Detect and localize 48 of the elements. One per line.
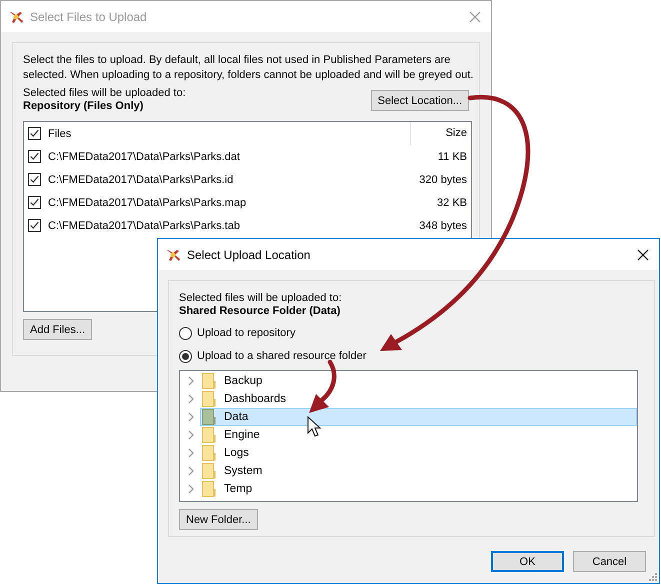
window-title: Select Files to Upload [30,10,148,24]
new-folder-button[interactable]: New Folder... [179,509,258,530]
radio-label[interactable]: Upload to a shared resource folder [197,350,366,362]
checkbox[interactable] [28,150,41,163]
radio-button[interactable] [179,350,192,362]
radio-label[interactable]: Upload to repository [197,327,296,339]
folder-icon [202,427,216,443]
resize-grip-icon[interactable] [649,573,657,581]
column-header[interactable]: Files [48,128,72,140]
instructions-text: Select the files to upload. By default, all local files not used in Published Parameters are selected. When uploading to a repository, folders cannot be uploaded and will be greyed out. [23,53,474,83]
select-location-button[interactable]: Select Location... [370,90,469,111]
dialog-button[interactable]: Cancel [573,551,646,572]
window-title: Select Upload Location [187,248,312,262]
tree-item[interactable]: System [180,462,637,480]
tree-item[interactable]: Engine [180,426,637,444]
radio-button[interactable] [179,326,192,340]
file-path: C:\FMEData2017\Data\Parks\Parks.dat [48,150,240,162]
checkbox[interactable] [28,219,41,232]
folder-icon [202,373,216,389]
folder-icon [202,463,216,479]
tree-item[interactable]: Logs [180,444,637,462]
tree-item[interactable]: Temp [180,480,637,498]
folder-icon [202,409,216,425]
column-header[interactable]: Size [446,127,467,139]
destination-label: Selected files will be uploaded to: [179,292,343,305]
tree-item[interactable]: Backup [180,372,637,390]
folder-icon [202,481,216,497]
file-path: C:\FMEData2017\Data\Parks\Parks.id [48,174,234,186]
destination-label: Selected files will be uploaded to: [23,87,186,100]
mouse-cursor-icon [308,416,322,437]
file-path: C:\FMEData2017\Data\Parks\Parks.map [48,196,246,208]
folder-icon [202,391,216,407]
file-size: 11 KB [438,150,467,162]
destination-value: Shared Resource Folder (Data) [179,305,342,318]
dialog-button[interactable]: OK [491,551,564,572]
destination-value: Repository (Files Only) [23,100,144,113]
file-size: 32 KB [437,196,467,208]
tree-item[interactable]: Dashboards [180,390,637,408]
checkbox[interactable] [28,173,41,186]
file-size: 348 bytes [419,220,467,232]
checkbox[interactable] [28,196,41,209]
file-size: 320 bytes [419,174,467,186]
file-path: C:\FMEData2017\Data\Parks\Parks.tab [48,220,240,232]
add-files-button[interactable]: Add Files... [23,319,92,340]
checkbox[interactable] [28,127,41,140]
close-icon[interactable] [637,248,649,260]
curved-arrow [309,360,336,413]
folder-icon [202,445,216,461]
